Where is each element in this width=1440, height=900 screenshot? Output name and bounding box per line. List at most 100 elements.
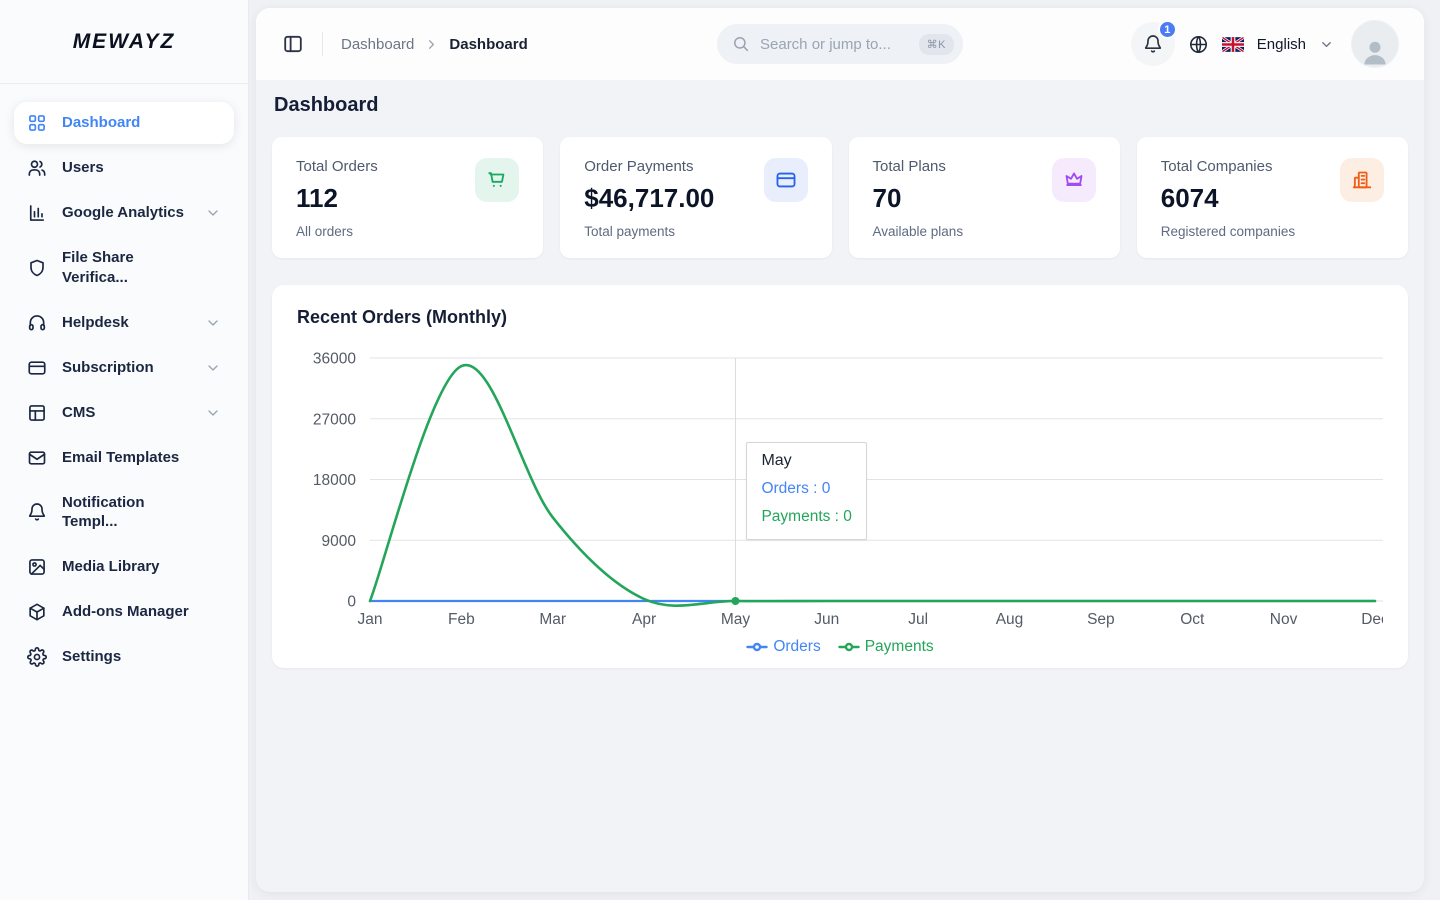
panel-left-icon [282,33,304,55]
y-axis-tick-label: 36000 [313,351,356,368]
sidebar-item-label: File Share Verifica... [62,248,200,288]
topbar: Dashboard Dashboard Search or jump to...… [256,8,1424,80]
stat-icon-chip [1052,158,1096,202]
x-axis-tick-label: Nov [1270,611,1298,628]
notifications-badge: 1 [1158,20,1177,39]
search-icon [732,35,750,53]
layout-icon [27,403,47,423]
x-axis-tick-label: Oct [1180,611,1205,628]
sidebar-item-google-analytics[interactable]: Google Analytics [14,192,234,234]
legend-label: Payments [865,638,934,656]
bell-icon [27,502,47,522]
legend-item-orders[interactable]: Orders [746,638,820,656]
stat-card-order-payments: Order Payments$46,717.00Total payments [560,137,831,258]
chevron-down-icon [1319,37,1334,52]
sidebar-item-label: Email Templates [62,448,179,468]
tooltip-line-orders: Orders : 0 [761,480,851,498]
y-axis-tick-label: 18000 [313,472,356,489]
stat-card-total-orders: Total Orders112All orders [272,137,543,258]
search-shortcut-badge: ⌘K [919,34,954,55]
topbar-divider [322,32,323,56]
breadcrumb-current: Dashboard [449,36,527,53]
stat-icon-chip [475,158,519,202]
stat-card-total-plans: Total Plans70Available plans [849,137,1120,258]
x-axis-tick-label: Sep [1087,611,1115,628]
y-axis-tick-label: 27000 [313,411,356,428]
credit-card-icon [27,358,47,378]
chart-legend: Orders Payments [297,638,1383,656]
sidebar-item-users[interactable]: Users [14,147,234,189]
sidebar-item-cms[interactable]: CMS [14,392,234,434]
sidebar-item-label: Settings [62,647,121,667]
x-axis-tick-label: Mar [539,611,566,628]
building-icon [1351,169,1373,191]
stat-subtitle: Available plans [873,224,1096,239]
x-axis-tick-label: Aug [996,611,1024,628]
stat-icon-chip [764,158,808,202]
sidebar-item-label: Helpdesk [62,313,129,333]
x-axis-tick-label: Jun [814,611,839,628]
logo-area: MEWAYZ [0,0,248,84]
x-axis-tick-label: Feb [448,611,475,628]
sidebar-item-label: Users [62,158,104,178]
x-axis-tick-label: May [721,611,751,628]
stat-icon-chip [1340,158,1384,202]
mail-icon [27,448,47,468]
payments-line [370,365,1375,606]
chevron-right-icon [424,37,439,52]
y-axis-tick-label: 0 [347,594,356,611]
x-axis-tick-label: Jul [908,611,928,628]
shield-icon [27,258,47,278]
breadcrumb-parent[interactable]: Dashboard [341,36,414,53]
chevron-down-icon [205,315,221,331]
chevron-right-icon [424,37,439,52]
tooltip-title: May [761,452,851,470]
sidebar-item-helpdesk[interactable]: Helpdesk [14,302,234,344]
x-axis-tick-label: Apr [632,611,656,628]
bell-icon [1143,34,1163,54]
chart-tooltip: May Orders : 0Payments : 0 [746,442,866,540]
globe-icon[interactable] [1188,34,1209,55]
page-title: Dashboard [274,94,1408,117]
sidebar-item-dashboard[interactable]: Dashboard [14,102,234,144]
recent-orders-chart-card: Recent Orders (Monthly) 0900018000270003… [272,285,1408,668]
search-icon [732,35,750,53]
sidebar-item-notification-templ[interactable]: Notification Templ... [14,482,234,544]
chevron-down-icon [205,205,221,221]
legend-label: Orders [773,638,820,656]
chevron-down-icon [205,360,221,376]
search-input[interactable]: Search or jump to... ⌘K [717,24,963,64]
sidebar-item-file-share-verifica[interactable]: File Share Verifica... [14,237,234,299]
bell-icon [1143,34,1163,54]
language-selector[interactable]: English [1257,36,1306,53]
stat-card-total-companies: Total Companies6074Registered companies [1137,137,1408,258]
sidebar: MEWAYZ Dashboard Users Google Analytics Fil… [0,0,249,900]
users-icon [27,158,47,178]
cart-icon [486,169,508,191]
recent-orders-chart[interactable]: 09000180002700036000JanFebMarAprMayJunJu… [297,342,1383,638]
sidebar-item-subscription[interactable]: Subscription [14,347,234,389]
image-icon [27,557,47,577]
highlight-dot [731,597,739,605]
chevron-down-icon [205,405,221,421]
sidebar-toggle-button[interactable] [282,33,304,55]
legend-item-payments[interactable]: Payments [838,638,934,656]
sidebar-item-media-library[interactable]: Media Library [14,546,234,588]
sidebar-item-email-templates[interactable]: Email Templates [14,437,234,479]
sidebar-item-label: Google Analytics [62,203,184,223]
sidebar-nav: Dashboard Users Google Analytics File Share… [0,84,248,696]
avatar[interactable] [1352,21,1398,67]
grid-icon [27,113,47,133]
notifications-button[interactable]: 1 [1131,22,1175,66]
chevron-down-icon[interactable] [1319,37,1334,52]
stat-cards-row: Total Orders112All ordersOrder Payments$… [272,137,1408,258]
main-panel: Dashboard Dashboard Search or jump to...… [256,8,1424,892]
stat-subtitle: Total payments [584,224,807,239]
sidebar-item-add-ons-manager[interactable]: Add-ons Manager [14,591,234,633]
x-axis-tick-label: Dec [1361,611,1383,628]
globe-icon [1188,34,1209,55]
sidebar-item-settings[interactable]: Settings [14,636,234,678]
search-placeholder: Search or jump to... [760,36,909,53]
stat-subtitle: Registered companies [1161,224,1384,239]
credit-card-icon [775,169,797,191]
